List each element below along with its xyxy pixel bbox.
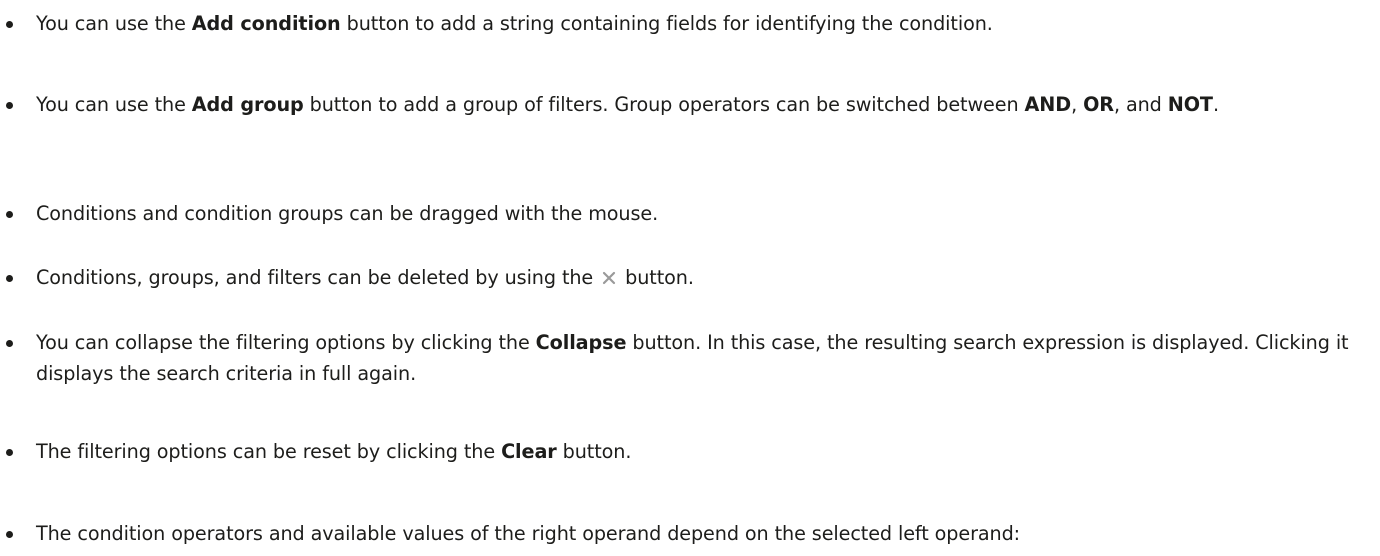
bullet bbox=[6, 531, 13, 538]
add-group-label: Add group bbox=[191, 93, 304, 116]
add-condition-label: Add condition bbox=[191, 12, 341, 35]
bullet bbox=[6, 211, 13, 218]
bullet bbox=[6, 21, 13, 28]
clear-label: Clear bbox=[501, 440, 557, 463]
bullet bbox=[6, 449, 13, 456]
list-item-text: You can collapse the filtering options b… bbox=[36, 331, 1349, 385]
bullet bbox=[6, 340, 13, 347]
list-item-text: You can use the Add group button to add … bbox=[36, 93, 1219, 116]
list-item-text: Conditions and condition groups can be d… bbox=[36, 202, 659, 225]
bullet bbox=[6, 102, 13, 109]
list-item-text: Conditions, groups, and filters can be d… bbox=[36, 266, 694, 289]
list-item-text: The filtering options can be reset by cl… bbox=[36, 440, 632, 463]
bullet bbox=[6, 275, 13, 282]
close-icon bbox=[603, 271, 616, 285]
and-operator-label: AND bbox=[1024, 93, 1072, 116]
collapse-label: Collapse bbox=[535, 331, 627, 354]
list-item-text: You can use the Add condition button to … bbox=[36, 12, 993, 35]
or-operator-label: OR bbox=[1083, 93, 1114, 116]
not-operator-label: NOT bbox=[1167, 93, 1213, 116]
list-item-text: The condition operators and available va… bbox=[36, 522, 1021, 545]
